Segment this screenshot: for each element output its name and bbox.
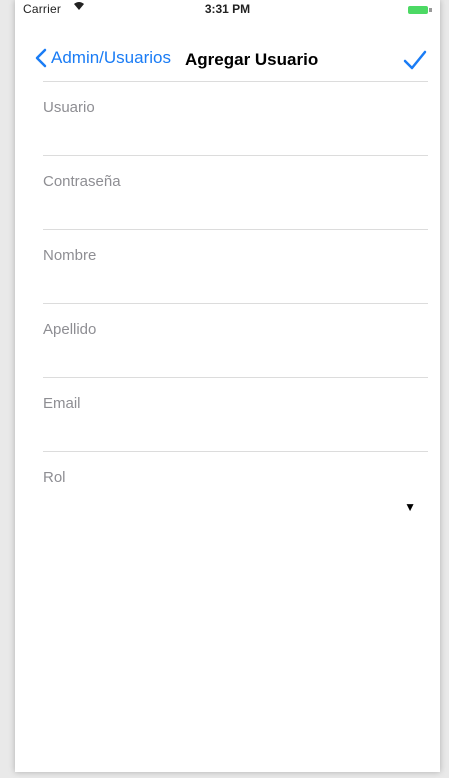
app-screen: Carrier 3:31 PM Admin/Usuarios Agregar U… <box>15 0 440 772</box>
back-button-label: Admin/Usuarios <box>51 48 171 67</box>
field-label: Usuario <box>43 99 95 116</box>
back-button[interactable]: Admin/Usuarios <box>35 48 171 68</box>
apellido-input[interactable] <box>43 344 428 372</box>
nombre-input[interactable] <box>43 270 428 298</box>
field-label: Email <box>43 395 81 412</box>
field-contrasena: Contraseña <box>43 156 428 230</box>
add-user-form: Usuario Contraseña Nombre Apellido Email… <box>43 82 428 532</box>
checkmark-icon <box>403 50 427 70</box>
field-label: Contraseña <box>43 173 121 190</box>
status-time: 3:31 PM <box>204 2 251 16</box>
dropdown-arrow-icon: ▼ <box>404 500 416 514</box>
field-email: Email <box>43 378 428 452</box>
field-rol: Rol ▼ <box>43 452 428 532</box>
chevron-left-icon <box>35 48 47 68</box>
role-select[interactable]: ▼ <box>43 500 428 526</box>
field-usuario: Usuario <box>43 82 428 156</box>
usuario-input[interactable] <box>43 122 428 150</box>
contrasena-input[interactable] <box>43 196 428 224</box>
done-button[interactable] <box>402 48 428 72</box>
battery-icon <box>408 6 428 14</box>
page-title: Agregar Usuario <box>185 50 319 69</box>
battery-tip <box>429 8 432 12</box>
navigation-bar: Admin/Usuarios Agregar Usuario <box>15 40 440 80</box>
field-apellido: Apellido <box>43 304 428 378</box>
field-label: Rol <box>43 469 66 486</box>
field-label: Nombre <box>43 247 97 264</box>
field-nombre: Nombre <box>43 230 428 304</box>
status-bar: Carrier 3:31 PM <box>15 0 440 20</box>
field-label: Apellido <box>43 321 97 338</box>
email-input[interactable] <box>43 418 428 446</box>
